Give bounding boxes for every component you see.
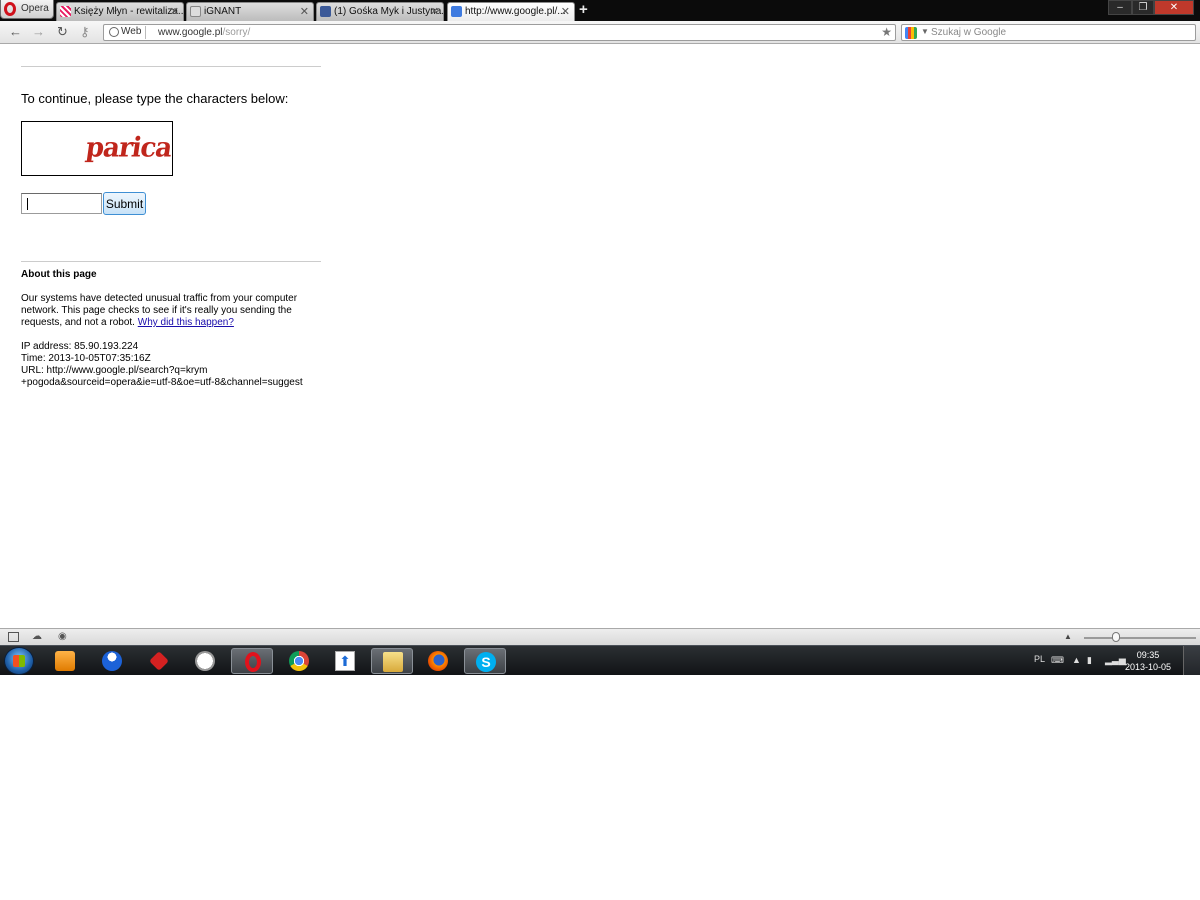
taskbar-clock[interactable] [184, 648, 226, 674]
taskbar-upload[interactable]: ⬆ [324, 648, 366, 674]
forward-arrow-icon[interactable]: → [32, 24, 45, 39]
google-favicon-icon [451, 6, 462, 17]
taskbar-media-player[interactable] [44, 648, 86, 674]
close-window-icon[interactable]: ✕ [1154, 0, 1194, 15]
search-field[interactable]: ▼ Szukaj w Google [901, 24, 1196, 41]
taskbar-explorer[interactable] [371, 648, 413, 674]
web-badge-label: Web [121, 26, 142, 37]
globe-icon [109, 27, 119, 37]
taskbar-skype[interactable]: S [464, 648, 506, 674]
tab-facebook[interactable]: (1) Gośka Myk i Justyna... ✕ [316, 2, 444, 21]
panel-toggle-icon[interactable] [8, 632, 19, 642]
key-icon[interactable]: ⚷ [80, 24, 90, 40]
pushpin-icon [149, 651, 169, 671]
divider [21, 66, 321, 67]
clock-icon [195, 651, 215, 671]
about-text: Our systems have detected unusual traffi… [21, 293, 321, 329]
captcha-text: parica [83, 132, 174, 164]
opera-logo-icon [4, 2, 16, 16]
chrome-icon [289, 651, 309, 671]
search-placeholder: Szukaj w Google [931, 27, 1007, 38]
ip-address: IP address: 85.90.193.224 [21, 341, 139, 352]
minimize-icon[interactable]: – [1108, 0, 1132, 15]
taskbar-firefox[interactable] [417, 648, 459, 674]
turbo-icon[interactable]: ◉ [58, 632, 69, 642]
tab-title: Księży Młyn - rewitaliza... [74, 6, 184, 17]
why-link[interactable]: Why did this happen? [138, 317, 234, 328]
maximize-icon[interactable]: ❐ [1132, 0, 1154, 15]
cloud-icon[interactable]: ☁ [32, 632, 43, 642]
tab-google[interactable]: http://www.google.pl/... ✕ [447, 2, 575, 21]
ksiezy-mlyn-favicon-icon [60, 6, 71, 17]
url-text: www.google.pl/sorry/ [158, 27, 250, 38]
back-arrow-icon[interactable]: ← [9, 24, 22, 39]
start-button[interactable] [4, 647, 34, 675]
power-icon[interactable]: ▮ [1087, 655, 1092, 666]
divider [21, 261, 321, 262]
tab-close-icon[interactable]: ✕ [300, 5, 309, 18]
url-host: www.google.pl [158, 27, 223, 38]
taskbar-chrome[interactable] [278, 648, 320, 674]
tray-expand-arrow-icon[interactable]: ▲ [1072, 655, 1081, 665]
web-badge[interactable]: Web [107, 26, 147, 39]
system-clock[interactable]: 09:35 2013-10-05 [1122, 649, 1174, 673]
taskbar-opera[interactable] [231, 648, 273, 674]
skype-icon: S [476, 652, 496, 672]
upload-arrow-icon: ⬆ [335, 651, 355, 671]
opera-menu-label: Opera [21, 3, 49, 14]
url-line: URL: http://www.google.pl/search?q=krym [21, 365, 208, 376]
url-path: /sorry/ [222, 27, 251, 38]
messenger-icon [102, 651, 122, 671]
browser-tab-bar: Opera Księży Młyn - rewitaliza... ✕ iGNA… [0, 0, 1200, 21]
tab-title: (1) Gośka Myk i Justyna... [334, 6, 444, 17]
captcha-prompt: To continue, please type the characters … [21, 91, 289, 106]
taskbar-messenger[interactable] [91, 648, 133, 674]
google-search-engine-icon[interactable] [905, 27, 917, 39]
language-indicator[interactable]: PL [1034, 654, 1045, 664]
ignant-favicon-icon [190, 6, 201, 17]
reload-icon[interactable]: ↻ [57, 24, 68, 40]
tab-close-icon[interactable]: ✕ [561, 5, 570, 18]
windows-taskbar: ⬆ S PL ⌨ ▲ ▮ ▂▃▅ 09:35 2013-10-05 [0, 645, 1200, 675]
facebook-favicon-icon [320, 6, 331, 17]
tab-close-icon[interactable]: ✕ [430, 5, 439, 18]
tab-ignant[interactable]: iGNANT ✕ [186, 2, 314, 21]
about-title: About this page [21, 269, 97, 280]
captcha-image: parica [21, 121, 173, 176]
opera-icon [245, 652, 261, 672]
time-line: Time: 2013-10-05T07:35:16Z [21, 353, 151, 364]
window-controls: – ❐ ✕ [1108, 0, 1194, 15]
chevron-down-icon[interactable]: ▼ [921, 27, 929, 36]
clock-date: 2013-10-05 [1124, 662, 1172, 672]
zoom-slider-thumb[interactable] [1112, 632, 1120, 642]
firefox-icon [428, 651, 448, 671]
opera-menu-button[interactable]: Opera [0, 0, 54, 19]
folder-icon [383, 652, 403, 672]
page-content: To continue, please type the characters … [0, 45, 1200, 628]
tab-close-icon[interactable]: ✕ [170, 5, 179, 18]
address-bar[interactable]: Web www.google.pl/sorry/ ★ [103, 24, 896, 41]
new-tab-plus-icon[interactable]: + [579, 1, 588, 18]
keyboard-icon[interactable]: ⌨ [1051, 655, 1064, 666]
bookmark-star-icon[interactable]: ★ [881, 25, 892, 39]
browser-toolbar: ← → ↻ ⚷ Web www.google.pl/sorry/ ★ ▼ Szu… [0, 21, 1200, 44]
taskbar-pushpin[interactable] [138, 648, 180, 674]
url-line-continued: +pogoda&sourceid=opera&ie=utf-8&oe=utf-8… [21, 377, 303, 388]
tab-ksiezy-mlyn[interactable]: Księży Młyn - rewitaliza... ✕ [56, 2, 184, 21]
browser-status-bar: ☁ ◉ ▲ [0, 628, 1200, 645]
tab-title: http://www.google.pl/... [465, 6, 566, 17]
zoom-slider[interactable] [1084, 637, 1196, 639]
media-player-icon [55, 651, 75, 671]
show-desktop-button[interactable] [1183, 646, 1200, 675]
captcha-input[interactable] [21, 193, 102, 214]
zoom-up-arrow-icon[interactable]: ▲ [1064, 632, 1072, 641]
tab-title: iGNANT [204, 6, 242, 17]
clock-time: 09:35 [1136, 650, 1160, 660]
submit-button[interactable]: Submit [103, 192, 146, 215]
